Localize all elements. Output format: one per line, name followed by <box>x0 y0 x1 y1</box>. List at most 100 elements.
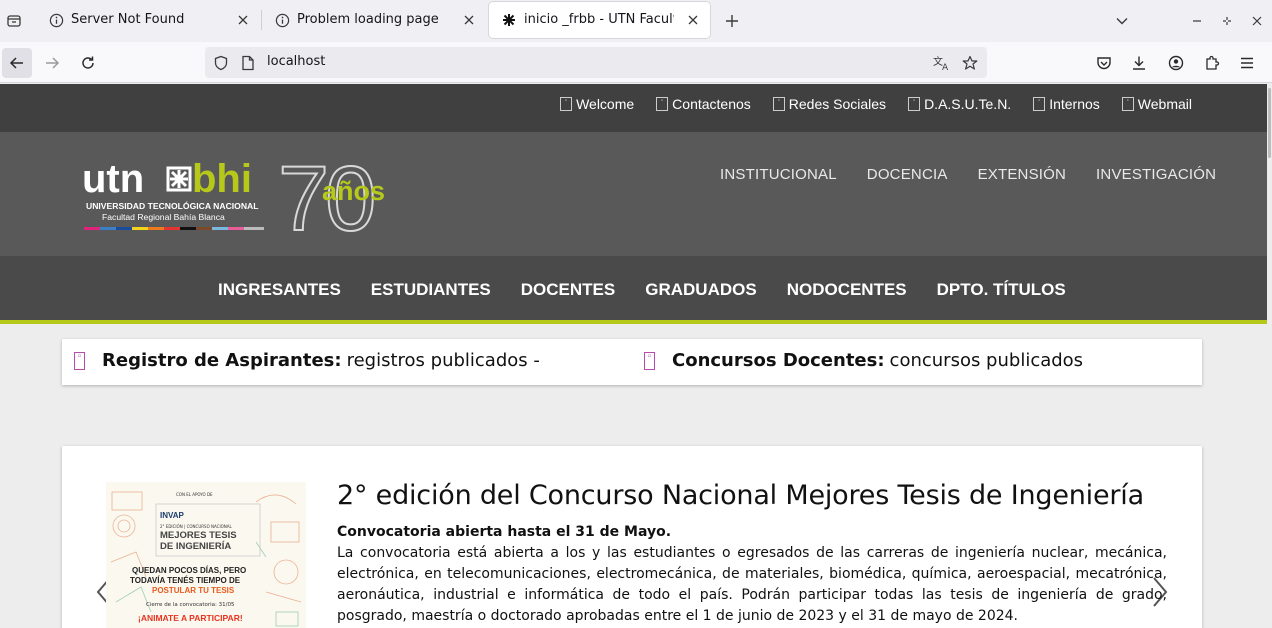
account-button[interactable] <box>1161 48 1191 78</box>
nav-ingresantes[interactable]: INGRESANTES <box>218 280 341 300</box>
link-label: Welcome <box>576 96 635 112</box>
page-scrollbar[interactable] <box>1267 84 1272 628</box>
tab-title: inicio _frbb - UTN Facultad Regional Bah… <box>524 12 674 27</box>
notice-registro-aspirantes[interactable]: ▫ Registro de Aspirantes: registros publ… <box>74 350 540 371</box>
tab-inicio-frbb[interactable]: inicio _frbb - UTN Facultad Regional Bah… <box>489 2 710 38</box>
featured-title[interactable]: 2° edición del Concurso Nacional Mejores… <box>337 480 1144 511</box>
nav-graduados[interactable]: GRADUADOS <box>645 280 756 300</box>
nav-estudiantes[interactable]: ESTUDIANTES <box>371 280 491 300</box>
close-tab-icon[interactable] <box>460 11 478 29</box>
svg-text:INVAP: INVAP <box>160 511 185 520</box>
back-button[interactable] <box>2 48 32 78</box>
audience-navigation: INGRESANTES ESTUDIANTES DOCENTES GRADUAD… <box>0 256 1272 324</box>
forward-button[interactable] <box>37 48 67 78</box>
main-navigation: INSTITUCIONAL DOCENCIA EXTENSIÓN INVESTI… <box>720 166 1216 183</box>
svg-text:UNIVERSIDAD TECNOLÓGICA NACION: UNIVERSIDAD TECNOLÓGICA NACIONAL <box>86 200 259 211</box>
link-label: Redes Sociales <box>788 96 887 112</box>
puzzle-icon <box>1206 55 1220 70</box>
downloads-button[interactable] <box>1124 48 1154 78</box>
firefox-view-icon <box>7 15 21 27</box>
link-redes-sociales[interactable]: ▫ Redes Sociales <box>772 96 887 112</box>
missing-glyph-icon: ▫ <box>1033 97 1046 111</box>
link-contactenos[interactable]: ▫ Contactenos <box>656 96 751 112</box>
close-icon <box>1252 16 1262 26</box>
link-internos[interactable]: ▫ Internos <box>1033 96 1100 112</box>
notice-text[interactable]: registros publicados - <box>347 350 540 371</box>
link-label: Webmail <box>1137 96 1192 112</box>
close-window-button[interactable] <box>1246 10 1268 32</box>
notice-bar: ▫ Registro de Aspirantes: registros publ… <box>62 339 1202 385</box>
featured-news-card: CON EL APOYO DE INVAP 2° EDICIÓN | CONCU… <box>62 446 1202 628</box>
plus-icon <box>726 15 738 27</box>
notice-text[interactable]: concursos publicados <box>890 350 1084 371</box>
close-tab-icon[interactable] <box>684 11 702 29</box>
missing-glyph-icon: ▫ <box>1121 97 1134 111</box>
svg-text:MEJORES TESIS: MEJORES TESIS <box>160 530 237 541</box>
link-dasuten[interactable]: ▫ D.A.S.U.Te.N. <box>908 96 1011 112</box>
link-webmail[interactable]: ▫ Webmail <box>1121 96 1192 112</box>
tab-title: Server Not Found <box>71 12 185 27</box>
minimize-icon <box>1193 20 1201 22</box>
nav-docencia[interactable]: DOCENCIA <box>867 166 948 183</box>
close-tab-icon[interactable] <box>234 11 252 29</box>
url-text[interactable]: localhost <box>267 54 325 69</box>
svg-text:años: años <box>322 176 385 206</box>
svg-text:TODAVÍA TENÉS TIEMPO DE: TODAVÍA TENÉS TIEMPO DE <box>130 576 241 585</box>
list-all-tabs-button[interactable] <box>1111 10 1133 32</box>
pocket-icon <box>1097 57 1111 70</box>
nav-institucional[interactable]: INSTITUCIONAL <box>720 166 837 183</box>
pocket-button[interactable] <box>1089 48 1119 78</box>
featured-lead: Convocatoria abierta hasta el 31 de Mayo… <box>337 524 672 540</box>
bookmark-star-icon[interactable] <box>960 53 980 73</box>
shield-icon[interactable] <box>211 53 231 73</box>
tab-problem-loading[interactable]: Problem loading page <box>262 0 486 40</box>
utn-bhi-logo[interactable]: utn bhi UNIVERSIDAD TECNOLÓGICA NACIONAL… <box>82 147 422 251</box>
featured-body: La convocatoria está abierta a los y las… <box>337 545 1167 624</box>
link-label: Contactenos <box>672 96 751 112</box>
notice-label: Registro de Aspirantes: <box>102 350 342 371</box>
svg-text:Cierre de la convocatoria: 31/: Cierre de la convocatoria: 31/05 <box>146 602 235 608</box>
utility-links: ▫ Welcome ▫ Contactenos ▫ Redes Sociales ▫ D… <box>560 96 1192 112</box>
nav-dpto-titulos[interactable]: DPTO. TÍTULOS <box>937 280 1066 300</box>
reload-button[interactable] <box>73 48 103 78</box>
restore-icon <box>1223 17 1231 25</box>
utility-bar: ▫ Welcome ▫ Contactenos ▫ Redes Sociales ▫ D… <box>0 84 1272 132</box>
tab-strip: Server Not Found Problem loading page in… <box>0 0 1272 42</box>
translate-icon[interactable]: 文A <box>932 53 952 73</box>
nav-investigacion[interactable]: INVESTIGACIÓN <box>1096 166 1216 183</box>
scrollbar-thumb[interactable] <box>1268 88 1271 158</box>
svg-text:CON EL APOYO DE: CON EL APOYO DE <box>176 492 213 497</box>
missing-glyph-icon: ▫ <box>644 351 655 370</box>
firefox-view-button[interactable] <box>0 0 28 42</box>
web-page: ▫ Welcome ▫ Contactenos ▫ Redes Sociales ▫ D… <box>0 84 1272 628</box>
nav-docentes[interactable]: DOCENTES <box>521 280 615 300</box>
reload-icon <box>82 56 94 69</box>
url-bar[interactable]: localhost 文A <box>205 47 987 78</box>
notice-concursos-docentes[interactable]: ▫ Concursos Docentes: concursos publicad… <box>644 350 1083 371</box>
svg-text:¡ANIMATE A PARTICIPAR!: ¡ANIMATE A PARTICIPAR! <box>138 613 243 623</box>
svg-text:QUEDAN POCOS DÍAS, PERO: QUEDAN POCOS DÍAS, PERO <box>132 566 246 575</box>
featured-poster-image[interactable]: CON EL APOYO DE INVAP 2° EDICIÓN | CONCU… <box>106 482 306 628</box>
extensions-button[interactable] <box>1197 48 1227 78</box>
svg-text:utn: utn <box>82 157 144 201</box>
nav-nodocentes[interactable]: NODOCENTES <box>787 280 907 300</box>
missing-glyph-icon: ▫ <box>74 351 85 370</box>
link-welcome[interactable]: ▫ Welcome <box>560 96 634 112</box>
tab-title: Problem loading page <box>297 12 439 27</box>
hamburger-menu-icon <box>1241 57 1253 69</box>
menu-button[interactable] <box>1232 48 1262 78</box>
chevron-down-icon <box>1116 18 1128 25</box>
new-tab-button[interactable] <box>721 10 743 32</box>
svg-text:POSTULAR TU TESIS: POSTULAR TU TESIS <box>152 586 235 595</box>
tab-server-not-found[interactable]: Server Not Found <box>36 0 260 40</box>
minimize-button[interactable] <box>1186 10 1208 32</box>
site-header: utn bhi UNIVERSIDAD TECNOLÓGICA NACIONAL… <box>0 132 1272 256</box>
svg-text:bhi: bhi <box>192 157 252 201</box>
svg-text:Facultad Regional Bahía Blanca: Facultad Regional Bahía Blanca <box>102 212 225 222</box>
svg-text:2° EDICIÓN | CONCURSO NACIONAL: 2° EDICIÓN | CONCURSO NACIONAL <box>160 524 233 529</box>
link-label: D.A.S.U.Te.N. <box>924 96 1012 112</box>
maximize-button[interactable] <box>1216 10 1238 32</box>
missing-glyph-icon: ▫ <box>560 97 573 111</box>
page-icon[interactable] <box>238 53 258 73</box>
nav-extension[interactable]: EXTENSIÓN <box>978 166 1066 183</box>
